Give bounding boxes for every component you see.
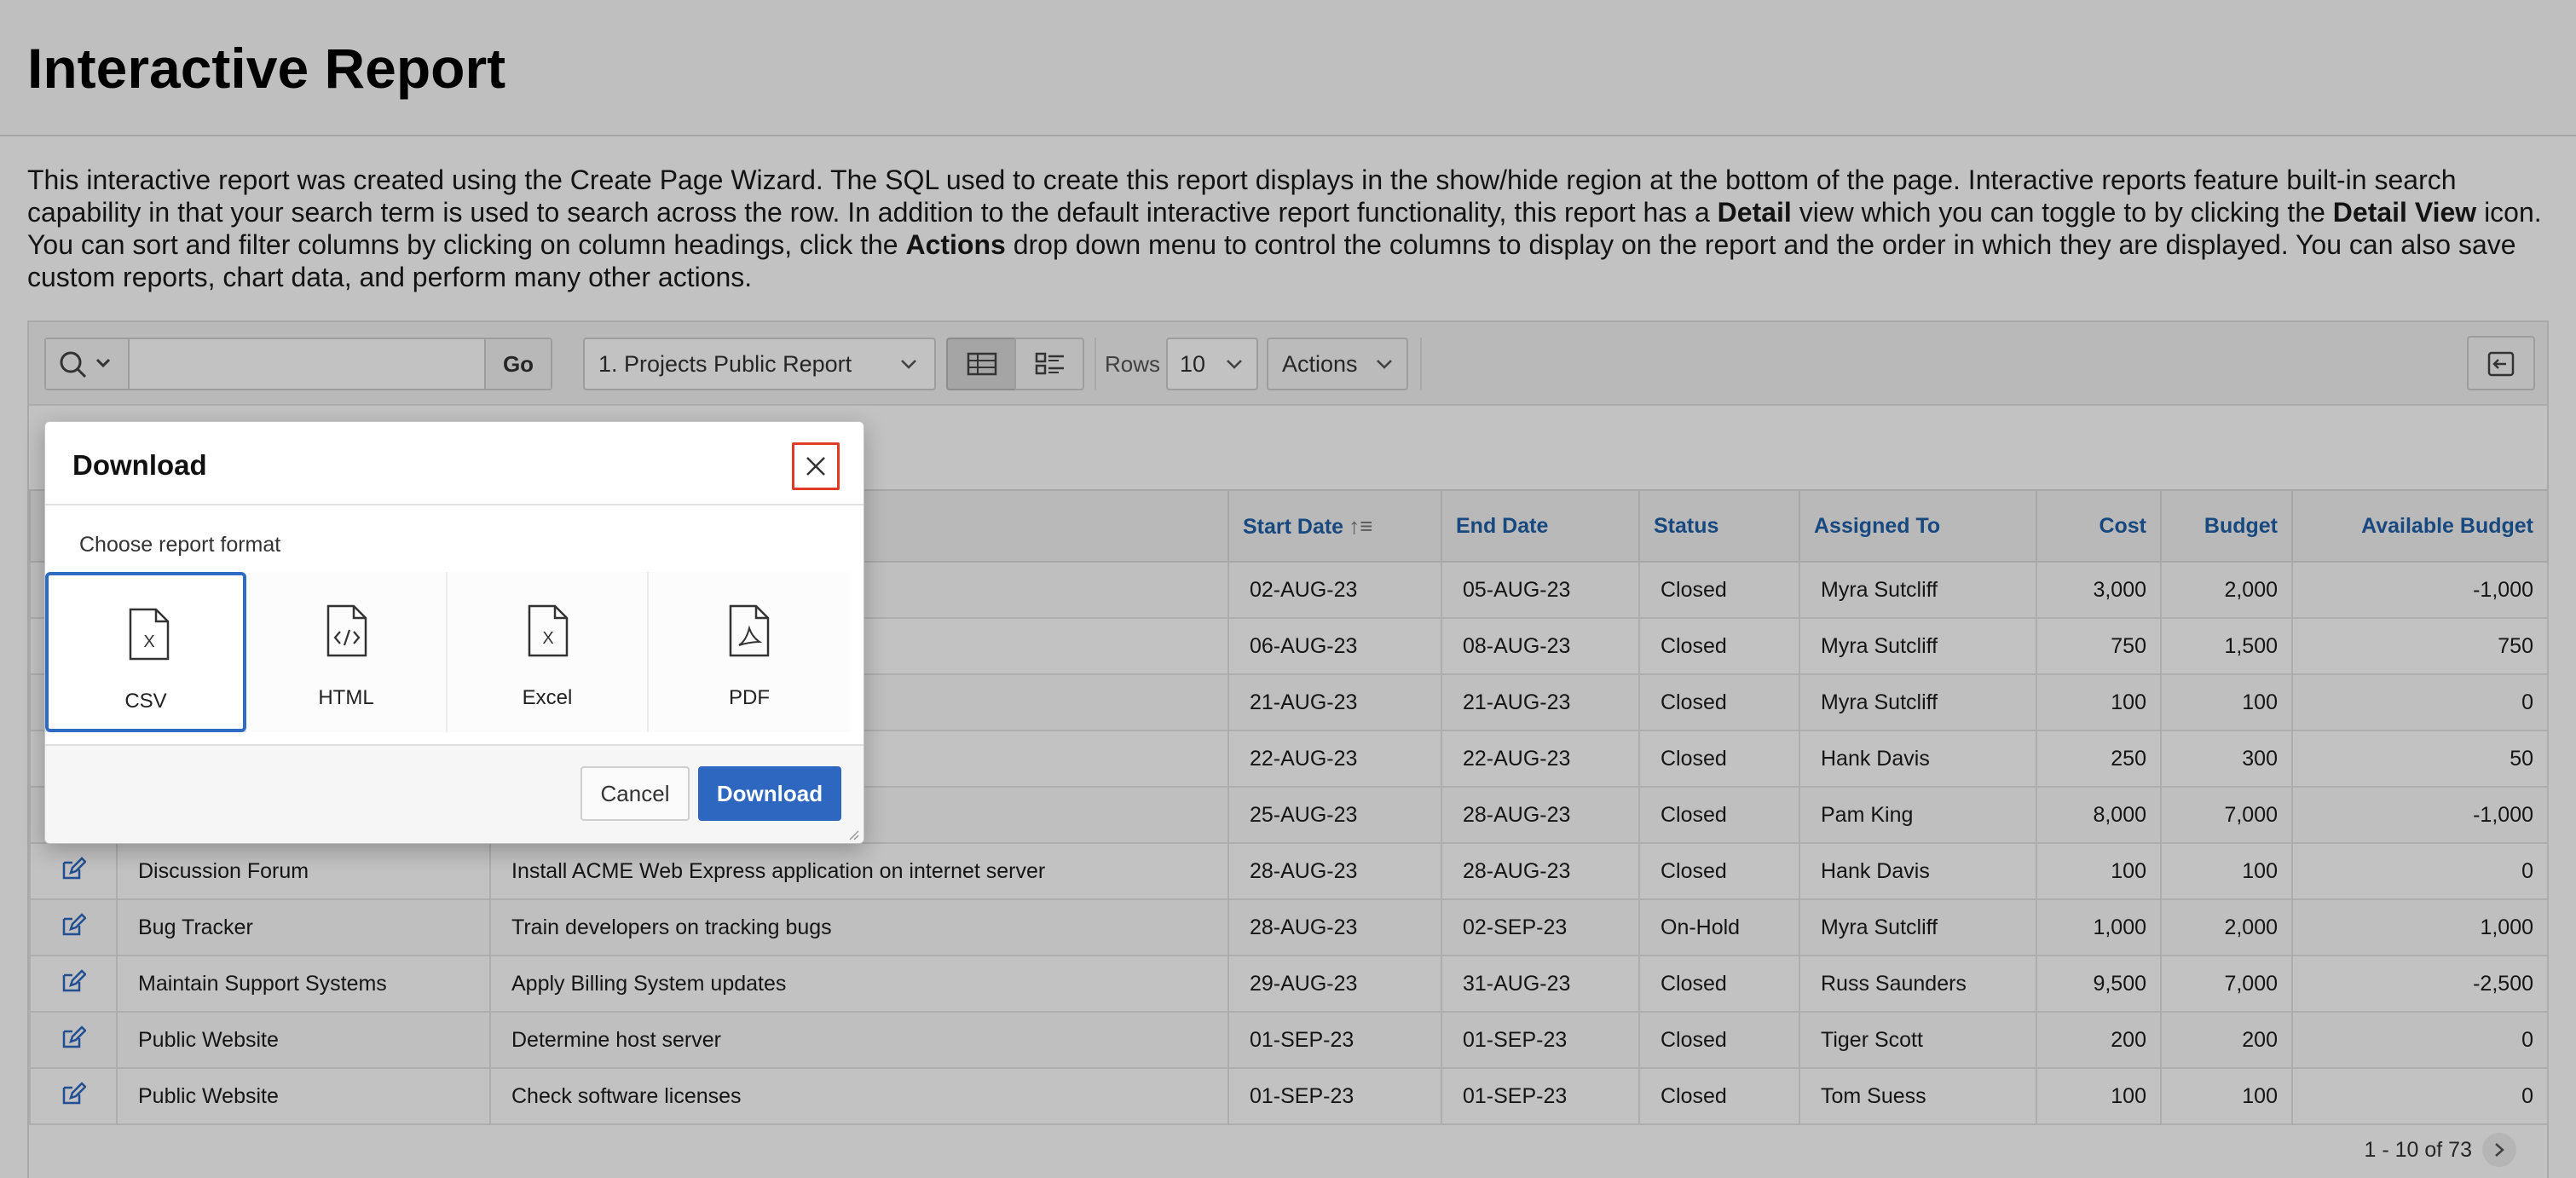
choose-format-label: Choose report format bbox=[79, 533, 281, 557]
download-dialog: Download Choose report format X CSV HTML… bbox=[44, 421, 864, 844]
format-label-csv: CSV bbox=[124, 690, 167, 713]
excel-file-icon: X bbox=[528, 604, 569, 657]
download-button[interactable]: Download bbox=[698, 766, 841, 821]
dialog-header: Download bbox=[45, 422, 863, 505]
html-file-icon bbox=[326, 604, 367, 657]
svg-text:X: X bbox=[143, 632, 154, 651]
dialog-title: Download bbox=[72, 449, 207, 481]
csv-file-icon: X bbox=[129, 608, 170, 661]
format-label-excel: Excel bbox=[522, 686, 573, 709]
format-option-csv[interactable]: X CSV bbox=[45, 572, 246, 732]
format-option-excel[interactable]: X Excel bbox=[448, 572, 649, 732]
close-button[interactable] bbox=[792, 442, 840, 490]
dialog-footer: Cancel Download bbox=[45, 744, 863, 843]
pdf-file-icon bbox=[729, 604, 770, 657]
format-option-pdf[interactable]: PDF bbox=[649, 572, 850, 732]
close-icon bbox=[806, 457, 825, 476]
resize-handle-icon[interactable] bbox=[846, 828, 860, 841]
svg-text:X: X bbox=[542, 629, 553, 648]
format-label-html: HTML bbox=[318, 686, 374, 709]
format-label-pdf: PDF bbox=[729, 686, 770, 709]
format-option-html[interactable]: HTML bbox=[246, 572, 448, 732]
cancel-button[interactable]: Cancel bbox=[580, 766, 690, 821]
format-options: X CSV HTML X Excel PDF bbox=[45, 572, 850, 732]
